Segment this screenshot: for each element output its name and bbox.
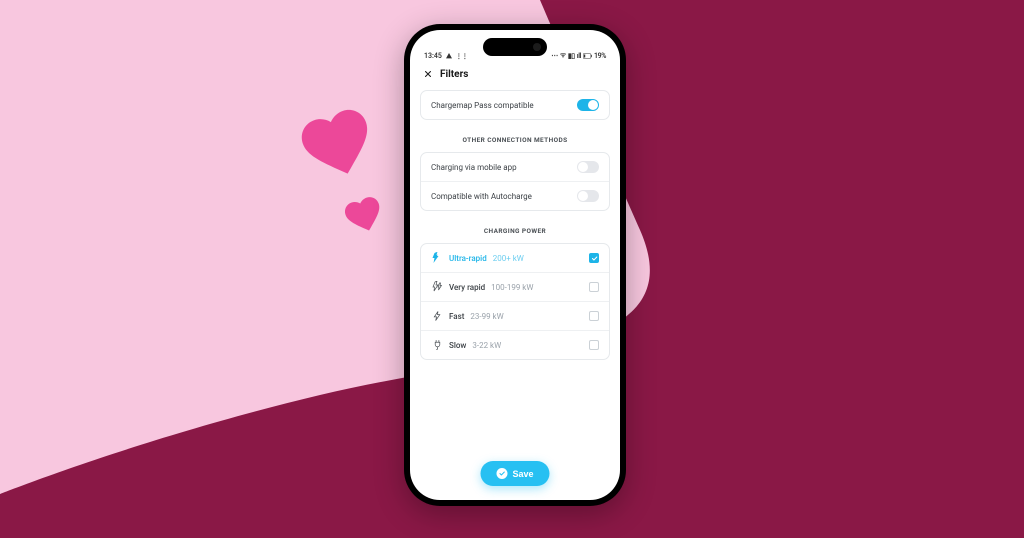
airplay-icon: [445, 52, 453, 60]
mobile-app-row: Charging via mobile app: [421, 153, 609, 181]
power-range: 100-199 kW: [491, 283, 533, 292]
filters-header: Filters: [410, 62, 620, 90]
battery-icon: [583, 53, 592, 59]
plug-icon: [431, 339, 443, 351]
power-name: Fast: [449, 312, 464, 321]
heart-icon-large: [298, 104, 378, 184]
phone-frame: 13:45 ⋮⋮ ⋯ ᯤ ▮▯ ıll 19% Filters Cha: [404, 24, 626, 506]
pass-compat-card: Chargemap Pass compatible: [420, 90, 610, 120]
wifi-icon: ᯤ: [560, 51, 566, 60]
dynamic-island: [483, 38, 547, 56]
bolt-fast-icon: [431, 252, 443, 264]
power-fast[interactable]: Fast 23-99 kW: [421, 301, 609, 330]
power-checkbox[interactable]: [589, 311, 599, 321]
check-circle-icon: [496, 468, 507, 479]
autocharge-label: Compatible with Autocharge: [431, 192, 532, 201]
status-indicator: ⋮⋮: [456, 53, 468, 60]
power-name: Slow: [449, 341, 466, 350]
autocharge-row: Compatible with Autocharge: [421, 181, 609, 210]
pass-compat-label: Chargemap Pass compatible: [431, 101, 534, 110]
power-slow[interactable]: Slow 3-22 kW: [421, 330, 609, 359]
autocharge-toggle[interactable]: [577, 190, 599, 202]
power-checkbox[interactable]: [589, 340, 599, 350]
close-icon[interactable]: [422, 68, 434, 80]
power-range: 200+ kW: [493, 254, 524, 263]
mobile-app-toggle[interactable]: [577, 161, 599, 173]
page-title: Filters: [440, 69, 468, 80]
battery-pct: 19%: [594, 52, 606, 60]
save-label: Save: [512, 469, 533, 479]
power-very-rapid[interactable]: Very rapid 100-199 kW: [421, 272, 609, 301]
power-name: Very rapid: [449, 283, 485, 292]
phone-screen: 13:45 ⋮⋮ ⋯ ᯤ ▮▯ ıll 19% Filters Cha: [410, 30, 620, 500]
heart-icon-small: [343, 194, 385, 236]
charging-power-title: CHARGING POWER: [420, 211, 610, 243]
status-dots: ⋯: [551, 52, 558, 60]
power-name: Ultra-rapid: [449, 254, 487, 263]
mobile-app-label: Charging via mobile app: [431, 163, 517, 172]
charging-power-card: Ultra-rapid 200+ kW Very rapid 100-199 k…: [420, 243, 610, 360]
signal2-icon: ıll: [577, 52, 581, 60]
bolt-double-icon: [431, 281, 443, 293]
power-range: 23-99 kW: [470, 312, 503, 321]
power-checkbox[interactable]: [589, 282, 599, 292]
power-range: 3-22 kW: [472, 341, 501, 350]
save-button[interactable]: Save: [480, 461, 549, 486]
bolt-icon: [431, 310, 443, 322]
power-checkbox[interactable]: [589, 253, 599, 263]
power-ultra-rapid[interactable]: Ultra-rapid 200+ kW: [421, 244, 609, 272]
status-time: 13:45: [424, 52, 442, 60]
content-scroll[interactable]: Chargemap Pass compatible OTHER CONNECTI…: [410, 90, 620, 360]
signal-icon: ▮▯: [568, 52, 575, 60]
other-methods-title: OTHER CONNECTION METHODS: [420, 120, 610, 152]
other-methods-card: Charging via mobile app Compatible with …: [420, 152, 610, 211]
pass-compat-toggle[interactable]: [577, 99, 599, 111]
pass-compat-row: Chargemap Pass compatible: [421, 91, 609, 119]
